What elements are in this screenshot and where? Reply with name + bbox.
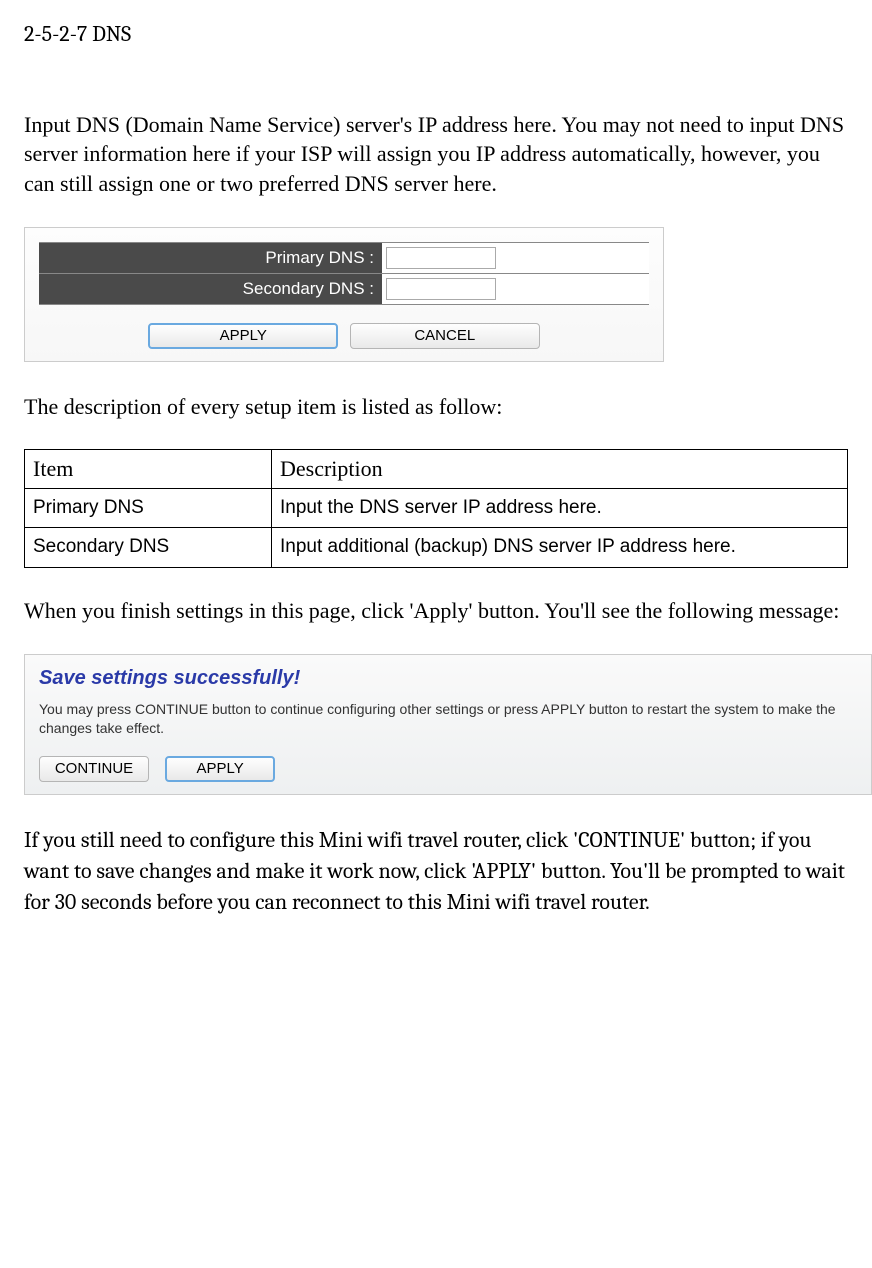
table-row: Secondary DNS Input additional (backup) …: [25, 528, 848, 567]
desc-cell: Input additional (backup) DNS server IP …: [272, 528, 848, 567]
item-cell: Secondary DNS: [25, 528, 272, 567]
intro-paragraph: Input DNS (Domain Name Service) server's…: [24, 110, 848, 199]
item-cell: Primary DNS: [25, 489, 272, 528]
table-row: Primary DNS Input the DNS server IP addr…: [25, 489, 848, 528]
final-paragraph: If you still need to configure this Mini…: [24, 825, 848, 917]
continue-button[interactable]: CONTINUE: [39, 756, 149, 782]
header-description: Description: [272, 450, 848, 489]
header-item: Item: [25, 450, 272, 489]
section-title: 2-5-2-7 DNS: [24, 20, 848, 50]
save-title: Save settings successfully!: [39, 665, 857, 692]
description-table: Item Description Primary DNS Input the D…: [24, 449, 848, 567]
secondary-dns-row: Secondary DNS :: [39, 274, 649, 305]
save-settings-box: Save settings successfully! You may pres…: [24, 654, 872, 796]
apply-paragraph: When you finish settings in this page, c…: [24, 596, 848, 626]
table-header-row: Item Description: [25, 450, 848, 489]
cancel-button[interactable]: CANCEL: [350, 323, 540, 349]
secondary-dns-label: Secondary DNS :: [39, 274, 382, 304]
primary-dns-input[interactable]: [386, 247, 496, 269]
primary-dns-input-cell: [382, 243, 649, 273]
desc-cell: Input the DNS server IP address here.: [272, 489, 848, 528]
description-intro: The description of every setup item is l…: [24, 392, 848, 422]
save-text: You may press CONTINUE button to continu…: [39, 700, 857, 739]
dns-form: Primary DNS : Secondary DNS : APPLY CANC…: [24, 227, 664, 362]
apply-button[interactable]: APPLY: [165, 756, 275, 782]
primary-dns-label: Primary DNS :: [39, 243, 382, 273]
apply-button[interactable]: APPLY: [148, 323, 338, 349]
primary-dns-row: Primary DNS :: [39, 242, 649, 274]
secondary-dns-input[interactable]: [386, 278, 496, 300]
secondary-dns-input-cell: [382, 274, 649, 304]
dns-form-buttons: APPLY CANCEL: [39, 319, 649, 349]
